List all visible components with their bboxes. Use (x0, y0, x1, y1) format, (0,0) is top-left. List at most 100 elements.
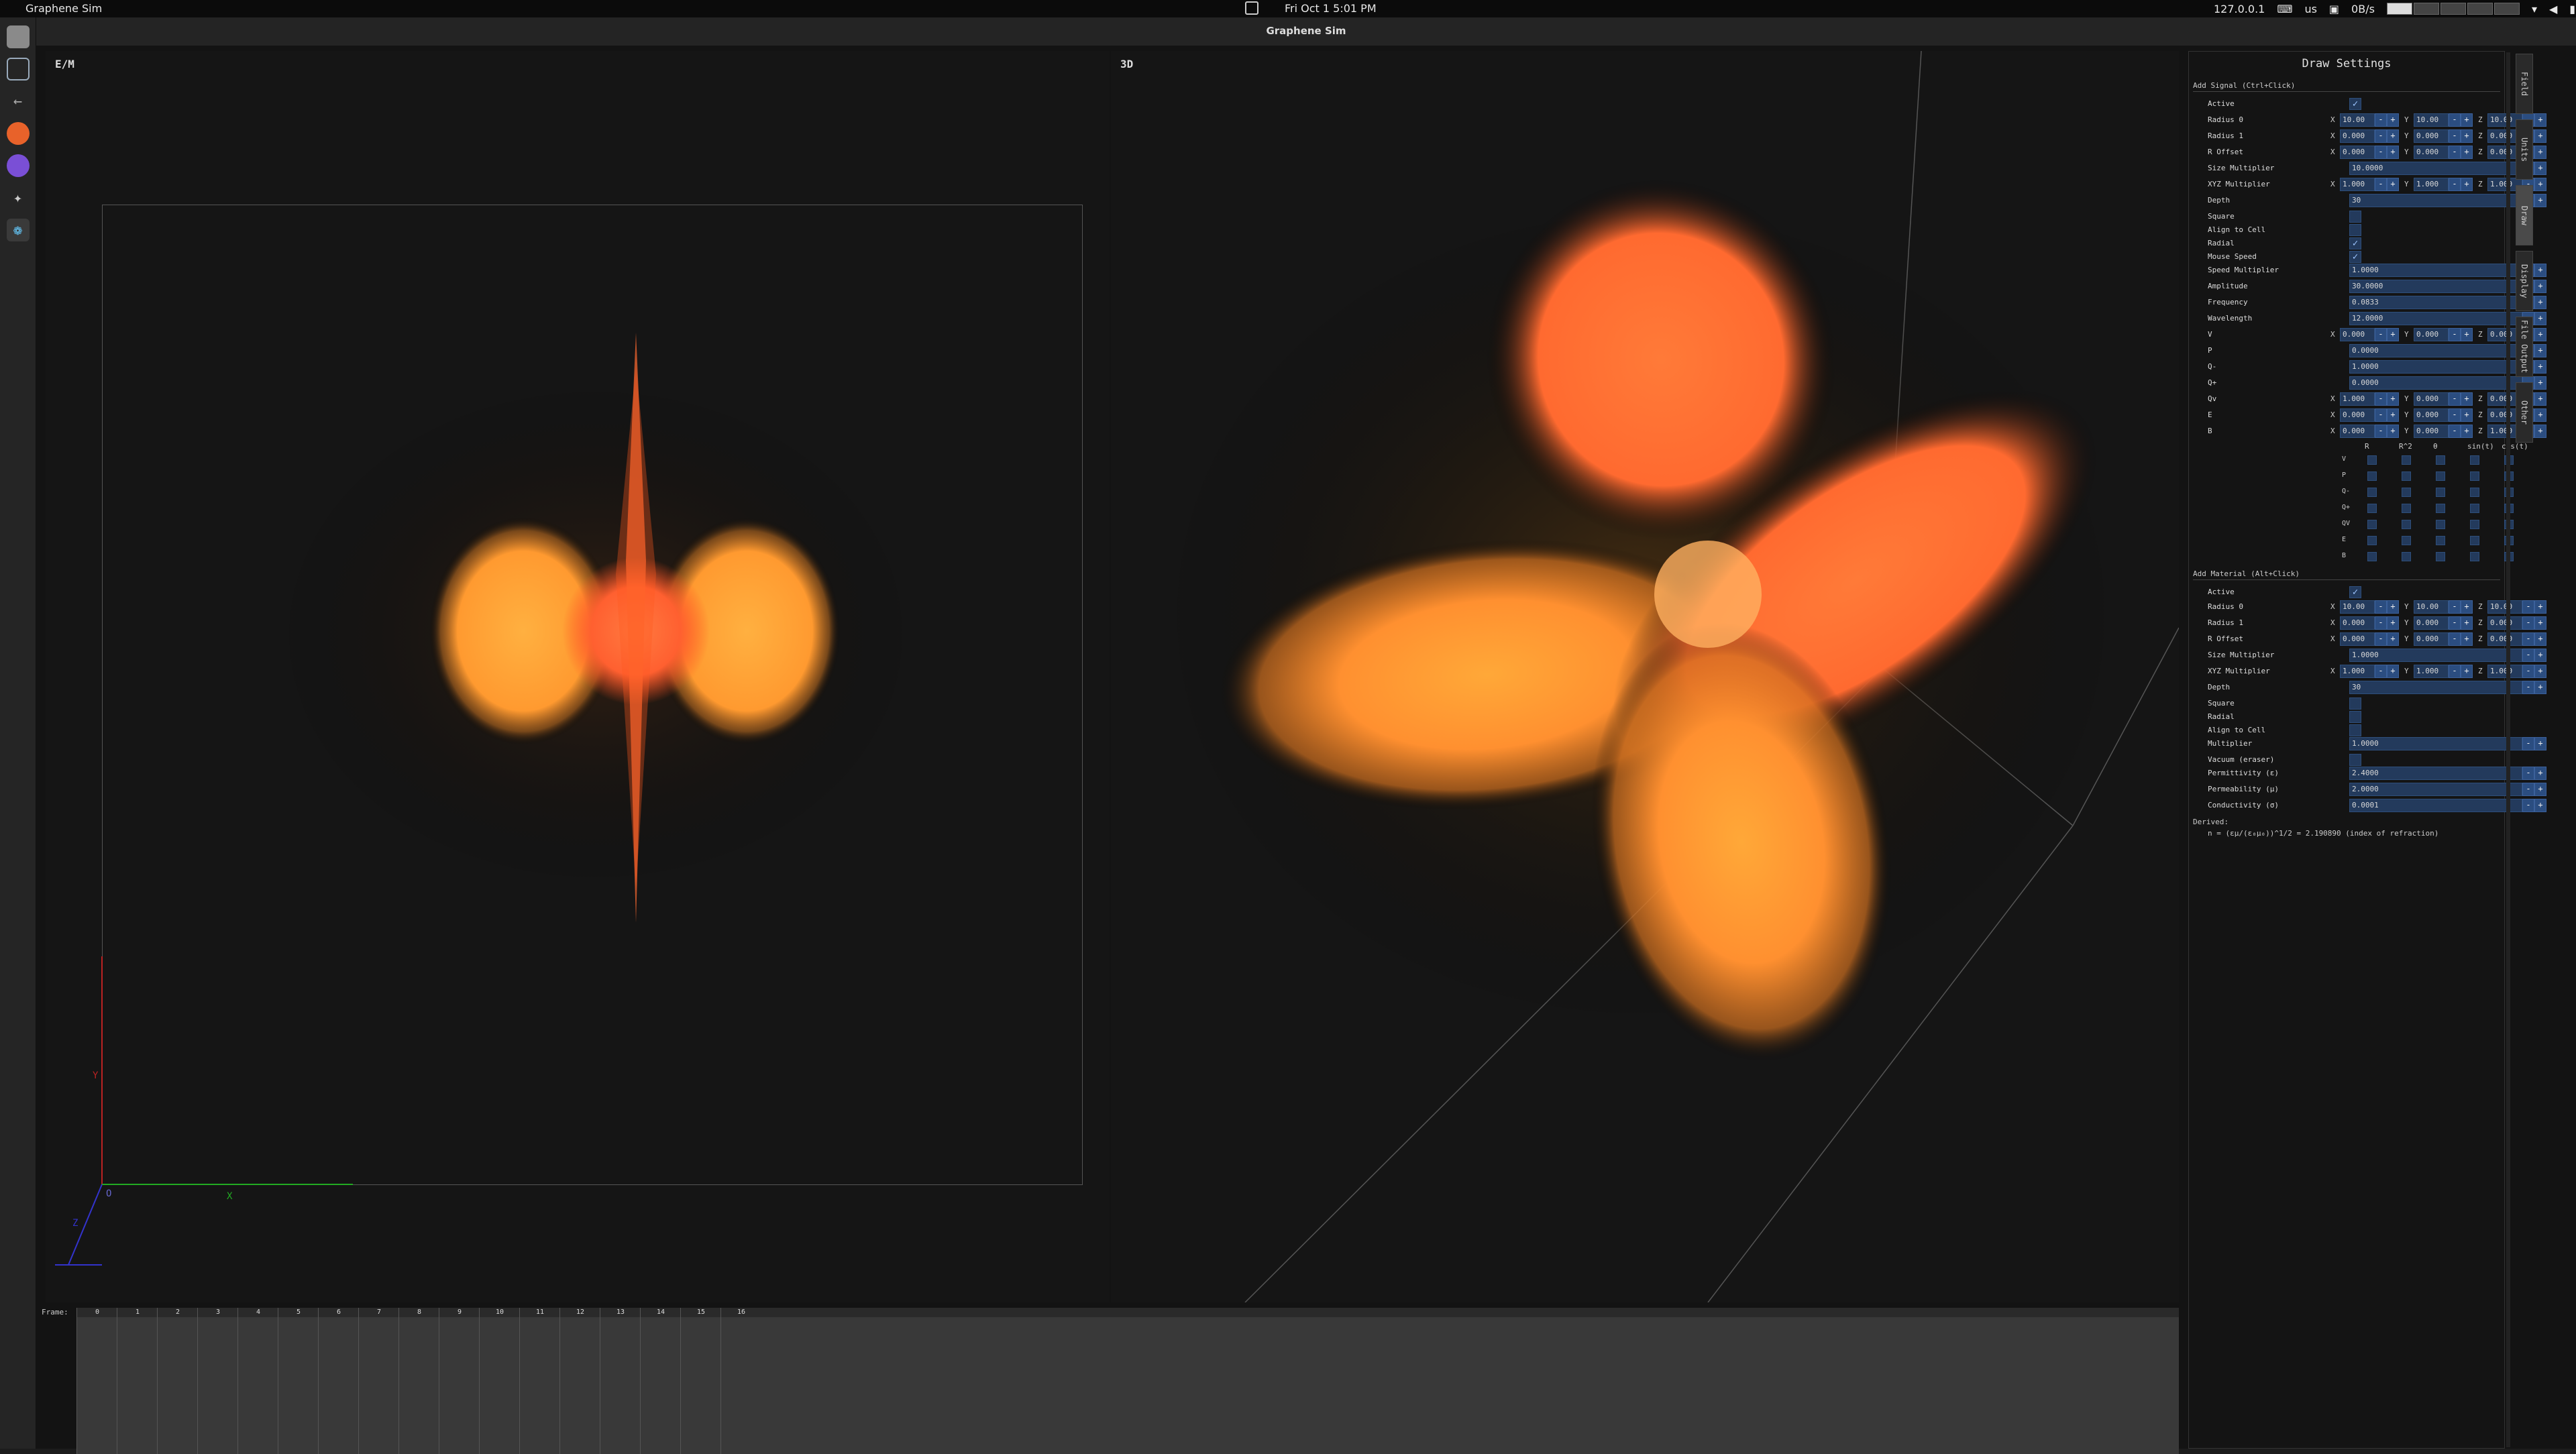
cat-icon[interactable]: ✦ (7, 186, 30, 209)
workspace-switcher[interactable] (2386, 3, 2520, 15)
x-component-field[interactable]: 1.000 (2340, 392, 2375, 406)
decrement-button[interactable]: - (2449, 146, 2461, 159)
material-active-checkbox[interactable]: ✓ (2349, 586, 2361, 598)
increment-button[interactable]: + (2461, 129, 2473, 143)
modulation-checkbox[interactable] (2470, 471, 2479, 481)
y-component-field[interactable]: 0.000 (2414, 392, 2449, 406)
modulation-checkbox[interactable] (2402, 455, 2411, 465)
decrement-button[interactable]: - (2449, 113, 2461, 127)
increment-button[interactable]: + (2387, 129, 2399, 143)
back-arrow-icon[interactable]: ← (7, 90, 30, 113)
decrement-button[interactable]: - (2449, 616, 2461, 630)
frame-cell[interactable]: 5 (278, 1308, 318, 1454)
frame-cell[interactable]: 6 (318, 1308, 358, 1454)
increment-button[interactable]: + (2387, 616, 2399, 630)
modulation-checkbox[interactable] (2436, 488, 2445, 497)
window-manager-icon[interactable] (6, 58, 30, 80)
increment-button[interactable]: + (2461, 178, 2473, 191)
modulation-checkbox[interactable] (2367, 504, 2377, 513)
increment-button[interactable]: + (2387, 665, 2399, 678)
frame-cell[interactable]: 14 (640, 1308, 680, 1454)
value-field[interactable]: 0.0000 (2349, 376, 2522, 390)
increment-button[interactable]: + (2534, 799, 2546, 812)
modulation-checkbox[interactable] (2367, 536, 2377, 545)
decrement-button[interactable]: - (2522, 783, 2534, 796)
x-component-field[interactable]: 1.000 (2340, 665, 2375, 678)
frame-cell[interactable]: 3 (197, 1308, 237, 1454)
modulation-checkbox[interactable] (2470, 520, 2479, 529)
decrement-button[interactable]: - (2522, 737, 2534, 750)
frame-cell[interactable]: 12 (559, 1308, 600, 1454)
decrement-button[interactable]: - (2375, 632, 2387, 646)
value-field[interactable]: 1.0000 (2349, 360, 2522, 374)
increment-button[interactable]: + (2387, 425, 2399, 438)
y-component-field[interactable]: 0.000 (2414, 129, 2449, 143)
decrement-button[interactable]: - (2375, 178, 2387, 191)
x-component-field[interactable]: 0.000 (2340, 632, 2375, 646)
decrement-button[interactable]: - (2449, 425, 2461, 438)
material-square-checkbox[interactable] (2349, 697, 2361, 710)
modulation-checkbox[interactable] (2470, 455, 2479, 465)
frame-cell[interactable]: 9 (439, 1308, 479, 1454)
frame-cell[interactable]: 10 (479, 1308, 519, 1454)
increment-button[interactable]: + (2534, 681, 2546, 694)
frame-cell[interactable]: 11 (519, 1308, 559, 1454)
decrement-button[interactable]: - (2375, 408, 2387, 422)
y-component-field[interactable]: 0.000 (2414, 328, 2449, 341)
x-component-field[interactable]: 10.00 (2340, 113, 2375, 127)
decrement-button[interactable]: - (2449, 600, 2461, 614)
value-field[interactable]: 30 (2349, 194, 2522, 207)
value-field[interactable]: 0.0833 (2349, 296, 2522, 309)
frame-cell[interactable]: 1 (117, 1308, 157, 1454)
modulation-checkbox[interactable] (2436, 520, 2445, 529)
value-field[interactable]: 2.0000 (2349, 783, 2522, 796)
value-field[interactable]: 0.0001 (2349, 799, 2522, 812)
clipboard-icon[interactable]: ▣ (2329, 3, 2339, 15)
graphene-sim-icon[interactable]: ❁ (6, 219, 30, 241)
signal-square-checkbox[interactable] (2349, 211, 2361, 223)
decrement-button[interactable]: - (2449, 665, 2461, 678)
frame-cell[interactable]: 4 (237, 1308, 278, 1454)
value-field[interactable]: 10.0000 (2349, 162, 2522, 175)
keyboard-icon[interactable]: ⌨ (2277, 3, 2292, 15)
x-component-field[interactable]: 0.000 (2340, 408, 2375, 422)
x-component-field[interactable]: 0.000 (2340, 328, 2375, 341)
modulation-checkbox[interactable] (2436, 455, 2445, 465)
increment-button[interactable]: + (2387, 600, 2399, 614)
tab-file-output[interactable]: File Output (2516, 317, 2533, 377)
tab-units[interactable]: Units (2516, 119, 2533, 180)
increment-button[interactable]: + (2461, 392, 2473, 406)
frame-cell[interactable]: 8 (398, 1308, 439, 1454)
decrement-button[interactable]: - (2449, 328, 2461, 341)
modulation-checkbox[interactable] (2367, 488, 2377, 497)
em-view[interactable]: E/M Y X Z O (46, 51, 1110, 1302)
value-field[interactable]: 1.0000 (2349, 649, 2522, 662)
increment-button[interactable]: + (2387, 632, 2399, 646)
increment-button[interactable]: + (2461, 408, 2473, 422)
y-component-field[interactable]: 10.00 (2414, 600, 2449, 614)
decrement-button[interactable]: - (2522, 681, 2534, 694)
z-component-field[interactable]: 1.000 (2487, 665, 2522, 678)
increment-button[interactable]: + (2387, 113, 2399, 127)
tab-display[interactable]: Display (2516, 251, 2533, 311)
value-field[interactable]: 1.0000 (2349, 737, 2522, 750)
increment-button[interactable]: + (2387, 392, 2399, 406)
frame-cell[interactable]: 15 (680, 1308, 720, 1454)
firefox-icon[interactable] (6, 122, 30, 145)
decrement-button[interactable]: - (2449, 392, 2461, 406)
signal-active-checkbox[interactable]: ✓ (2349, 98, 2361, 110)
x-component-field[interactable]: 0.000 (2340, 616, 2375, 630)
modulation-checkbox[interactable] (2436, 471, 2445, 481)
decrement-button[interactable]: - (2375, 425, 2387, 438)
frame-cell[interactable]: 13 (600, 1308, 640, 1454)
clock[interactable]: Fri Oct 1 5:01 PM (1285, 2, 1377, 15)
decrement-button[interactable]: - (2375, 328, 2387, 341)
x-component-field[interactable]: 10.00 (2340, 600, 2375, 614)
increment-button[interactable]: + (2461, 616, 2473, 630)
increment-button[interactable]: + (2387, 146, 2399, 159)
decrement-button[interactable]: - (2375, 665, 2387, 678)
y-component-field[interactable]: 1.000 (2414, 178, 2449, 191)
decrement-button[interactable]: - (2375, 113, 2387, 127)
decrement-button[interactable]: - (2375, 600, 2387, 614)
decrement-button[interactable]: - (2375, 146, 2387, 159)
